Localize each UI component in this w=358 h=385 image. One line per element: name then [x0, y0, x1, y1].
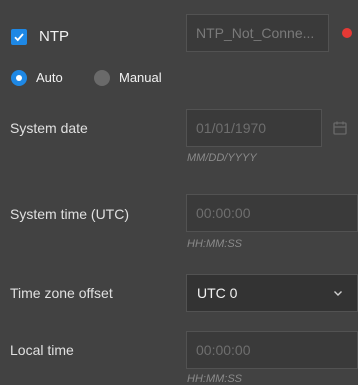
- system-time-label: System time (UTC): [10, 206, 129, 222]
- system-time-hint: HH:MM:SS: [187, 238, 242, 250]
- local-time-hint: HH:MM:SS: [187, 373, 242, 385]
- ntp-checkbox[interactable]: [11, 29, 27, 45]
- timezone-selected-value: UTC 0: [197, 285, 238, 301]
- system-date-hint: MM/DD/YYYY: [187, 152, 257, 164]
- system-date-input[interactable]: 01/01/1970: [186, 109, 322, 147]
- ntp-label: NTP: [39, 28, 69, 45]
- radio-manual-label: Manual: [119, 70, 162, 85]
- local-time-label: Local time: [10, 342, 74, 358]
- system-date-label: System date: [10, 120, 88, 136]
- radio-auto[interactable]: [11, 70, 27, 86]
- timezone-label: Time zone offset: [10, 285, 113, 301]
- system-time-input[interactable]: 00:00:00: [186, 194, 358, 232]
- calendar-icon[interactable]: [332, 120, 348, 136]
- ntp-status-indicator: [342, 28, 352, 38]
- chevron-down-icon[interactable]: [332, 287, 344, 299]
- radio-auto-label: Auto: [36, 70, 63, 85]
- radio-manual[interactable]: [94, 70, 110, 86]
- local-time-input: 00:00:00: [186, 331, 358, 369]
- checkmark-icon: [14, 33, 24, 42]
- ntp-status-field: NTP_Not_Conne...: [186, 14, 329, 52]
